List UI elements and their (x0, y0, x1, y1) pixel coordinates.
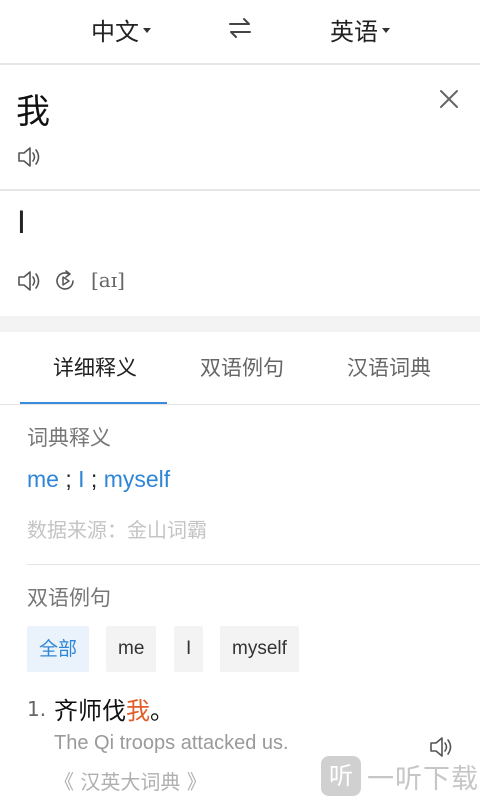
swap-icon[interactable] (226, 14, 254, 42)
chevron-down-icon (143, 28, 151, 33)
example-chinese-sentence: 齐师伐我。 (54, 697, 174, 725)
target-language-selector[interactable]: 英语 (330, 12, 390, 47)
meaning-link[interactable]: myself (104, 466, 170, 492)
watermark-logo-icon: 听 (321, 756, 361, 796)
watermark-text: 一听下载 (367, 763, 479, 795)
watermark: 听 一听下载 (321, 753, 480, 799)
speaker-icon[interactable] (16, 144, 42, 170)
filter-chip-myself[interactable]: myself (220, 626, 299, 672)
data-source-note: 数据来源：金山词霸 (27, 518, 207, 542)
source-language-label: 中文 (91, 18, 139, 46)
divider (0, 63, 480, 65)
language-bar: 中文 英语 (0, 0, 480, 62)
divider (27, 564, 480, 565)
phonetic-text: [aɪ] (91, 268, 125, 292)
meanings-list: me ; I ; myself (27, 466, 171, 492)
highlighted-word: 我 (126, 697, 150, 725)
speaker-icon[interactable] (16, 268, 42, 294)
examples-section-title: 双语例句 (27, 586, 111, 610)
filter-chip-i[interactable]: I (174, 626, 204, 672)
divider (0, 189, 480, 191)
divider (0, 404, 480, 405)
example-number: 1. (27, 697, 47, 721)
filter-chip-me[interactable]: me (106, 626, 157, 672)
example-english-sentence: The Qi troops attacked us. (54, 732, 289, 754)
meaning-link[interactable]: me (27, 466, 59, 492)
translation-text: I (17, 204, 26, 240)
replay-icon[interactable] (52, 268, 78, 294)
tab-chinese-dictionary[interactable]: 汉语词典 (347, 352, 431, 382)
source-language-selector[interactable]: 中文 (91, 12, 151, 47)
source-text[interactable]: 我 (16, 84, 50, 133)
section-separator (0, 316, 480, 332)
filter-chip-all[interactable]: 全部 (27, 626, 90, 672)
tab-bilingual-examples[interactable]: 双语例句 (200, 352, 284, 382)
dictionary-section-title: 词典释义 (27, 426, 111, 450)
tab-detailed-definition[interactable]: 详细释义 (53, 352, 137, 382)
target-language-label: 英语 (330, 18, 378, 46)
example-source: 《 汉英大词典 》 (54, 770, 207, 794)
chevron-down-icon (382, 28, 390, 33)
close-icon[interactable] (436, 86, 462, 112)
